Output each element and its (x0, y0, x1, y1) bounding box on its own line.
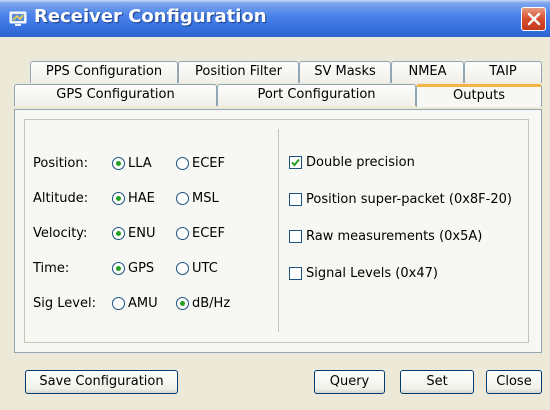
group-divider (278, 129, 279, 332)
double-precision-checkbox[interactable] (289, 156, 302, 169)
time-gps-radio[interactable] (112, 262, 125, 275)
time-label: Time: (33, 261, 70, 276)
sig-level-amu-radio[interactable] (112, 297, 125, 310)
tab-pps-configuration[interactable]: PPS Configuration (30, 61, 178, 83)
query-button[interactable]: Query (314, 370, 385, 394)
velocity-ecef-label[interactable]: ECEF (192, 226, 225, 242)
sig-level-dbhz-radio[interactable] (176, 297, 189, 310)
altitude-msl-radio[interactable] (176, 192, 189, 205)
sig-level-label: Sig Level: (33, 296, 96, 311)
signal-levels-label[interactable]: Signal Levels (0x47) (306, 266, 438, 282)
save-configuration-button[interactable]: Save Configuration (25, 370, 178, 394)
velocity-label: Velocity: (33, 226, 88, 241)
window-title: Receiver Configuration (34, 6, 267, 27)
tab-sv-masks[interactable]: SV Masks (299, 61, 391, 83)
tab-gps-configuration[interactable]: GPS Configuration (14, 84, 217, 106)
outputs-panel: Position: LLA ECEF Altitude: HAE MSL Vel… (14, 109, 542, 353)
close-icon (527, 12, 541, 26)
outputs-group-box: Position: LLA ECEF Altitude: HAE MSL Vel… (24, 119, 529, 343)
tab-nmea[interactable]: NMEA (391, 61, 464, 83)
close-button[interactable]: Close (486, 370, 542, 394)
position-lla-radio[interactable] (112, 157, 125, 170)
sig-level-amu-label[interactable]: AMU (128, 296, 158, 312)
position-super-packet-checkbox[interactable] (289, 193, 302, 206)
tab-taip[interactable]: TAIP (464, 61, 542, 83)
position-ecef-radio[interactable] (176, 157, 189, 170)
sig-level-dbhz-label[interactable]: dB/Hz (192, 296, 230, 312)
velocity-enu-radio[interactable] (112, 227, 125, 240)
velocity-ecef-radio[interactable] (176, 227, 189, 240)
tab-port-configuration[interactable]: Port Configuration (217, 84, 416, 106)
position-ecef-label[interactable]: ECEF (192, 156, 225, 172)
time-utc-label[interactable]: UTC (192, 261, 218, 277)
position-label: Position: (33, 156, 88, 171)
time-gps-label[interactable]: GPS (128, 261, 154, 277)
double-precision-label[interactable]: Double precision (306, 155, 415, 171)
altitude-label: Altitude: (33, 191, 89, 206)
signal-levels-checkbox[interactable] (289, 267, 302, 280)
altitude-hae-label[interactable]: HAE (128, 191, 155, 207)
raw-measurements-checkbox[interactable] (289, 230, 302, 243)
receiver-configuration-window: Receiver Configuration PPS Configuration… (0, 0, 550, 410)
tab-position-filter[interactable]: Position Filter (178, 61, 299, 83)
position-super-packet-label[interactable]: Position super-packet (0x8F-20) (306, 192, 512, 208)
tab-outputs[interactable]: Outputs (416, 84, 542, 107)
app-icon (9, 9, 27, 27)
position-lla-label[interactable]: LLA (128, 156, 152, 172)
altitude-msl-label[interactable]: MSL (192, 191, 219, 207)
velocity-enu-label[interactable]: ENU (128, 226, 155, 242)
checkmark-icon (291, 158, 300, 167)
title-bar[interactable]: Receiver Configuration (0, 0, 550, 37)
window-close-button[interactable] (521, 7, 546, 31)
time-utc-radio[interactable] (176, 262, 189, 275)
altitude-hae-radio[interactable] (112, 192, 125, 205)
raw-measurements-label[interactable]: Raw measurements (0x5A) (306, 229, 482, 245)
set-button[interactable]: Set (400, 370, 474, 394)
